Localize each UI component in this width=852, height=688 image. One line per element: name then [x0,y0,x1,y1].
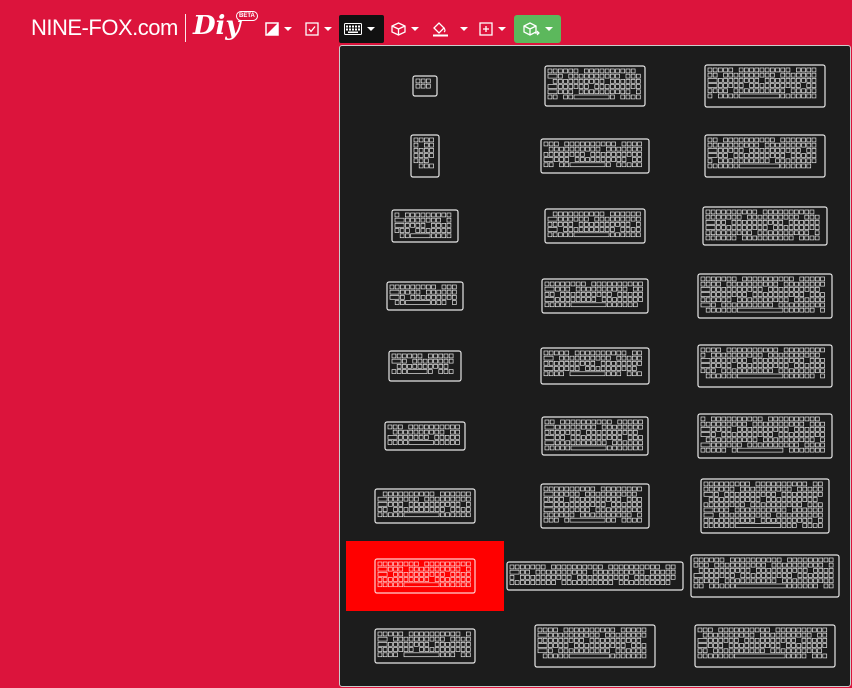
keyboard-icon [344,23,362,35]
keyboard-layout-icon [540,138,650,174]
checkbox-icon [305,22,319,36]
layout-option-40-percent-c[interactable] [388,350,462,382]
keyboard-layout-icon [506,561,684,591]
keyboard-layout-icon [540,483,650,529]
layout-option-full-size-f[interactable] [697,413,833,459]
keyboard-layout-icon [374,628,476,664]
chevron-down-icon [367,27,375,31]
layout-option-60-percent-d[interactable] [346,541,504,611]
keyboard-layout-icon [704,134,826,178]
top-toolbar: NINE-FOX.com Diy BETA [0,0,852,46]
keyboard-layout-icon [704,64,826,108]
layout-option-1800-compact[interactable] [700,478,830,534]
keyboard-layout-icon [410,134,440,178]
layout-option-alice-split[interactable] [506,561,684,591]
keyboard-layout-icon [702,206,828,246]
keyboard-layout-icon [541,416,649,456]
paint-bucket-icon [433,22,448,37]
logo[interactable]: NINE-FOX.com [31,15,178,41]
layout-option-50-percent[interactable] [374,488,476,524]
layout-option-full-size-c[interactable] [702,206,828,246]
layout-option-numpad-vertical[interactable] [410,134,440,178]
logo-divider [185,14,186,42]
select-tool-button[interactable] [305,15,332,43]
layout-option-tkl[interactable] [534,624,656,668]
color-tool-button[interactable] [265,15,292,43]
layout-option-60-percent-b[interactable] [540,138,650,174]
beta-badge: BETA [236,11,258,21]
keyboard-layout-icon [534,624,656,668]
diy-logo: Diy [193,11,241,41]
add-tool-button[interactable] [479,15,506,43]
layout-option-40-percent[interactable] [391,209,459,243]
cube-icon [391,22,406,36]
paint-icon [265,22,279,36]
fill-tool-button[interactable] [432,15,468,43]
keyboard-layout-icon [544,208,646,244]
export-tool-button[interactable] [514,15,561,43]
layout-tool-button[interactable] [339,15,384,43]
layout-option-full-size-b[interactable] [704,134,826,178]
keyboard-layout-icon [374,488,476,524]
chevron-down-icon [460,27,468,31]
layout-dropdown-menu [339,45,851,687]
layout-option-75-percent[interactable] [541,416,649,456]
layout-option-40-percent-b[interactable] [386,281,464,311]
box-share-icon [523,21,540,36]
layout-option-60-percent-c[interactable] [544,208,646,244]
layout-option-60-percent-e[interactable] [374,628,476,664]
layout-option-full-size-e[interactable] [697,344,833,388]
chevron-down-icon [284,27,292,31]
keyboard-layout-icon [412,75,438,97]
chevron-down-icon [545,27,553,31]
keyboard-layout-icon [544,65,646,107]
layout-option-65-percent-b[interactable] [540,347,650,385]
keyboard-layout-icon [700,478,830,534]
layout-option-full-size-d[interactable] [697,273,833,319]
case-tool-button[interactable] [391,15,419,43]
keyboard-layout-icon [541,278,649,314]
chevron-down-icon [411,27,419,31]
layout-option-65-percent[interactable] [541,278,649,314]
keyboard-layout-icon [386,281,464,311]
keyboard-layout-icon [374,558,476,594]
layout-option-full-size-h[interactable] [694,624,836,668]
layout-option-100-percent-a[interactable] [704,64,826,108]
layout-option-60-percent[interactable] [544,65,646,107]
chevron-down-icon [324,27,332,31]
keyboard-layout-icon [388,350,462,382]
keyboard-layout-icon [697,344,833,388]
keyboard-layout-icon [540,347,650,385]
keyboard-layout-icon [694,624,836,668]
keyboard-layout-icon [391,209,459,243]
keyboard-layout-icon [697,273,833,319]
layout-option-full-size-g[interactable] [690,554,840,598]
layout-option-ortho-40[interactable] [384,421,466,451]
layout-option-keypad-4[interactable] [412,75,438,97]
keyboard-layout-icon [384,421,466,451]
plus-square-icon [479,22,493,36]
chevron-down-icon [498,27,506,31]
keyboard-layout-icon [690,554,840,598]
layout-option-75-percent-b[interactable] [540,483,650,529]
keyboard-layout-icon [697,413,833,459]
